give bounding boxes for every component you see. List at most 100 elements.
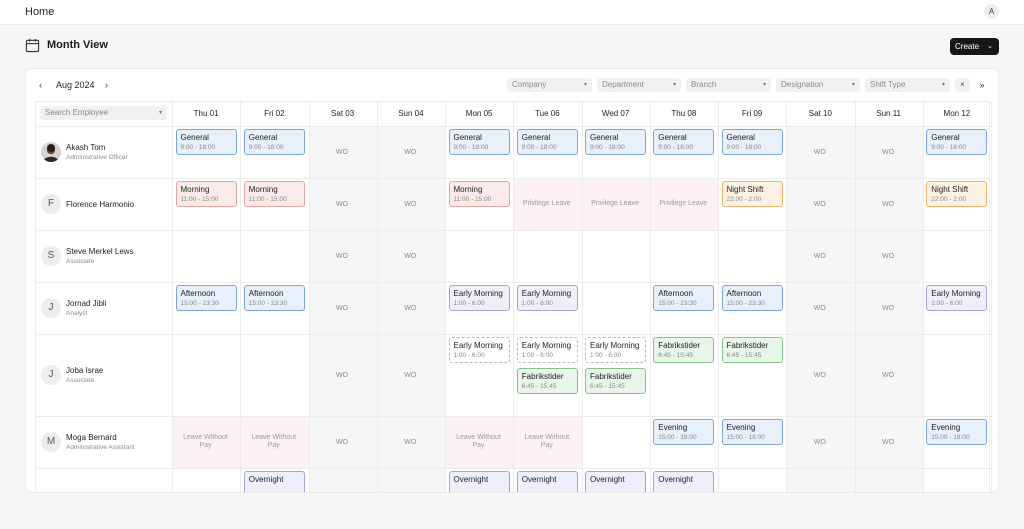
shift-block[interactable]: General 9:00 - 18:00 bbox=[585, 129, 646, 155]
weekly-off-label: WO bbox=[813, 439, 826, 446]
shift-block[interactable]: Overnight bbox=[516, 471, 578, 492]
shift-block[interactable]: Morning 11:00 - 15:00 bbox=[448, 181, 510, 207]
day-header: Sun 11 bbox=[876, 109, 901, 118]
shift-name: Night Shift bbox=[726, 185, 764, 194]
page-title: Month View bbox=[47, 39, 108, 51]
shift-block[interactable]: Afternoon 15:00 - 23:30 bbox=[175, 285, 237, 311]
shift-block[interactable]: Morning 11:00 - 15:00 bbox=[243, 181, 305, 207]
shift-block[interactable]: Early Morning 1:00 - 6:00 bbox=[516, 285, 578, 311]
employee-role: Administrative Assistant bbox=[66, 444, 135, 451]
weekly-off-label: WO bbox=[813, 201, 826, 208]
weekly-off-label: WO bbox=[404, 439, 417, 446]
leave-label: Leave Without Pay bbox=[183, 434, 228, 449]
shift-time: 9:00 - 18:00 bbox=[180, 144, 216, 151]
weekly-off-label: WO bbox=[881, 201, 895, 208]
home-breadcrumb[interactable]: Home bbox=[25, 6, 54, 18]
shift-name: Afternoon bbox=[248, 289, 284, 298]
shift-time: 9:00 - 18:00 bbox=[931, 144, 966, 151]
create-button[interactable]: Create ⌄ bbox=[950, 38, 999, 55]
previous-month-icon[interactable]: ‹ bbox=[39, 80, 42, 90]
shift-block[interactable]: Evening 15:00 - 18:00 bbox=[926, 419, 988, 445]
shift-block[interactable]: Early Morning 1:00 - 6:00 bbox=[448, 337, 510, 363]
next-month-icon[interactable]: › bbox=[105, 80, 108, 90]
shift-block[interactable]: Overnight bbox=[653, 471, 715, 492]
shift-time: 9:00 - 18:00 bbox=[726, 144, 762, 151]
clear-filters-icon[interactable]: × bbox=[955, 78, 970, 92]
shift-block[interactable]: General 9:00 - 18:00 bbox=[516, 129, 578, 155]
shift-time: 1:00 - 6:00 bbox=[931, 300, 963, 307]
day-header: Sun 04 bbox=[398, 109, 424, 118]
grid-line bbox=[36, 468, 991, 469]
shift-time: 15:00 - 18:00 bbox=[931, 434, 970, 441]
employee-name[interactable]: Joba Israe bbox=[66, 366, 103, 375]
shift-block[interactable]: Fabrikstider 6:45 - 15:45 bbox=[585, 368, 646, 394]
expand-icon[interactable]: » bbox=[976, 78, 988, 92]
shift-block[interactable]: Overnight bbox=[243, 471, 305, 492]
shift-block[interactable]: Morning 11:00 - 15:00 bbox=[175, 181, 237, 207]
grid-line bbox=[36, 282, 991, 283]
weekly-off-label: WO bbox=[335, 439, 349, 446]
shift-time: 15:00 - 23:30 bbox=[658, 300, 697, 307]
shift-time: 15:00 - 18:00 bbox=[726, 434, 765, 441]
day-header: Tue 06 bbox=[535, 109, 560, 118]
shift-block[interactable]: Evening 15:00 - 18:00 bbox=[721, 419, 783, 445]
day-header: Sat 10 bbox=[808, 109, 832, 118]
user-avatar[interactable]: A bbox=[984, 4, 999, 19]
shift-name: Early Morning bbox=[590, 341, 640, 350]
create-button-label: Create bbox=[955, 42, 980, 51]
shift-name: General bbox=[453, 133, 482, 142]
shift-name: Early Morning bbox=[521, 341, 572, 350]
employee-avatar bbox=[41, 142, 61, 162]
shift-block[interactable]: Fabrikstider 6:45 - 15:45 bbox=[516, 368, 578, 394]
shift-block[interactable]: General 9:00 - 18:00 bbox=[448, 129, 510, 155]
branch-filter[interactable]: Branch ▾ bbox=[686, 78, 771, 92]
month-view-card: ‹ Aug 2024 › Company ▾ Department ▾ Branch… bbox=[25, 68, 999, 493]
shift-type-filter[interactable]: Shift Type ▾ bbox=[865, 78, 950, 92]
person-photo-icon bbox=[41, 142, 61, 162]
shift-block[interactable]: Afternoon 15:00 - 23:30 bbox=[721, 285, 783, 311]
employee-name[interactable]: Moga Bernard bbox=[66, 433, 117, 442]
shift-time: 9:00 - 18:00 bbox=[248, 144, 284, 151]
employee-name[interactable]: Florence Harmonio bbox=[66, 200, 134, 209]
shift-block[interactable]: Fabrikstider 6:45 - 15:45 bbox=[653, 337, 715, 363]
chevron-down-icon: ⌄ bbox=[987, 43, 993, 50]
schedule-grid: Search Employee ▾ Thu 01 Fri 02 Sat 03 Sun 0… bbox=[35, 101, 992, 492]
shift-name: Evening bbox=[931, 423, 961, 432]
search-employee-input[interactable]: Search Employee ▾ bbox=[40, 106, 167, 120]
employee-name[interactable]: Akash Tom bbox=[66, 143, 105, 152]
shift-block[interactable]: General 9:00 - 18:00 bbox=[175, 129, 237, 155]
shift-block[interactable]: Overnight bbox=[448, 471, 510, 492]
shift-name: Fabrikstider bbox=[658, 341, 701, 350]
month-label: Aug 2024 bbox=[56, 80, 95, 90]
day-header: Thu 01 bbox=[193, 109, 219, 118]
shift-block[interactable]: Overnight bbox=[585, 471, 646, 492]
shift-block[interactable]: Night Shift 22:00 - 2:00 bbox=[926, 181, 988, 207]
shift-block[interactable]: Early Morning 1:00 - 6:00 bbox=[516, 337, 578, 363]
weekly-off-label: WO bbox=[881, 439, 895, 446]
shift-block[interactable]: General 9:00 - 18:00 bbox=[653, 129, 715, 155]
shift-block[interactable]: Afternoon 15:00 - 23:30 bbox=[653, 285, 715, 311]
shift-block[interactable]: Evening 15:00 - 18:00 bbox=[653, 419, 715, 445]
department-filter[interactable]: Department ▾ bbox=[597, 78, 681, 92]
shift-block[interactable]: Fabrikstider 6:45 - 15:45 bbox=[721, 337, 783, 363]
shift-block[interactable]: General 9:00 - 18:00 bbox=[926, 129, 988, 155]
grid-line bbox=[36, 416, 991, 417]
weekly-off-label: WO bbox=[813, 149, 826, 156]
company-filter[interactable]: Company ▾ bbox=[507, 78, 592, 92]
shift-block[interactable]: General 9:00 - 18:00 bbox=[721, 129, 783, 155]
shift-name: General bbox=[658, 133, 687, 142]
employee-name[interactable]: Steve Merkel Lews bbox=[66, 247, 134, 256]
designation-filter[interactable]: Designation ▾ bbox=[776, 78, 860, 92]
shift-block[interactable]: Early Morning 1:00 - 6:00 bbox=[448, 285, 510, 311]
grid-line bbox=[649, 102, 651, 492]
shift-name: General bbox=[248, 133, 278, 142]
shift-block[interactable]: General 9:00 - 18:00 bbox=[243, 129, 305, 155]
employee-name[interactable]: Jornad Jibli bbox=[66, 299, 106, 308]
shift-block[interactable]: Early Morning 1:00 - 6:00 bbox=[585, 337, 646, 363]
chevron-down-icon: ▾ bbox=[583, 82, 587, 88]
shift-block[interactable]: Afternoon 15:00 - 23:30 bbox=[243, 285, 305, 311]
shift-block[interactable]: Early Morning 1:00 - 6:00 bbox=[926, 285, 988, 311]
weekly-off-label: WO bbox=[404, 149, 417, 156]
shift-block[interactable]: Night Shift 22:00 - 2:00 bbox=[721, 181, 783, 207]
shift-name: Overnight bbox=[658, 475, 693, 484]
